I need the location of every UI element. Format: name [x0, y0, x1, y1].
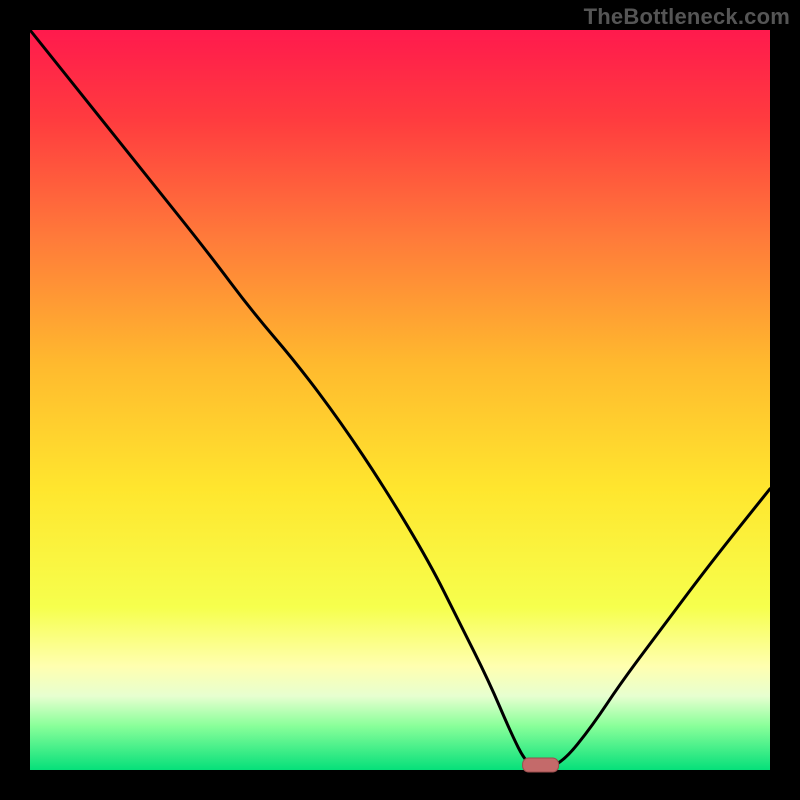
- chart-stage: TheBottleneck.com: [0, 0, 800, 800]
- optimal-point-marker: [523, 758, 559, 772]
- watermark-text: TheBottleneck.com: [584, 4, 790, 30]
- bottleneck-chart: [0, 0, 800, 800]
- plot-background: [30, 30, 770, 770]
